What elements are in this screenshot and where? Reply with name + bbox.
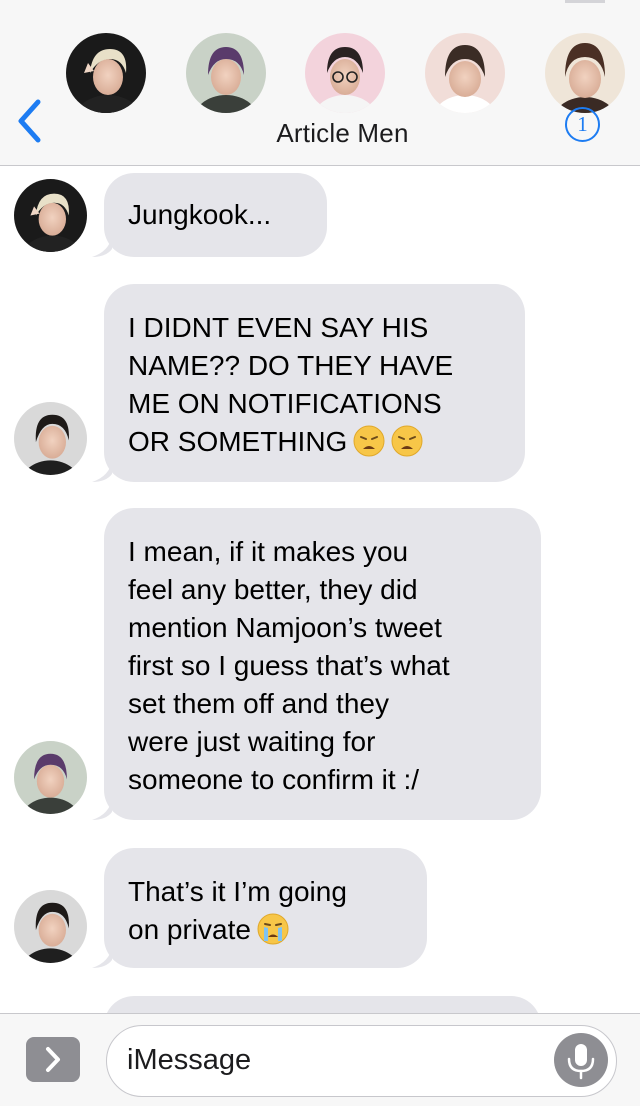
crying-face-emoji [257, 913, 289, 955]
conversation-header: Article Men 1 [0, 0, 640, 166]
avatar-person-3-icon [305, 33, 385, 113]
chevron-right-icon [46, 1047, 60, 1072]
sender-avatar[interactable] [14, 402, 87, 475]
avatar-person-5-icon [545, 33, 625, 113]
avatar-person-6-icon [14, 402, 87, 475]
message-text: That’s it I’m going on private [128, 873, 403, 955]
participant-avatar-3[interactable] [305, 33, 385, 113]
message-bubble-partial[interactable] [104, 996, 541, 1013]
status-bar-indicator [565, 0, 605, 3]
message-bubble[interactable]: I DIDNT EVEN SAY HIS NAME?? DO THEY HAVE… [92, 284, 525, 482]
message-input-placeholder: iMessage [127, 1044, 252, 1076]
sender-avatar[interactable] [14, 179, 87, 252]
message-text: I DIDNT EVEN SAY HIS NAME?? DO THEY HAVE… [128, 309, 501, 467]
participant-avatar-5[interactable] [545, 33, 625, 113]
sender-avatar[interactable] [14, 741, 87, 814]
bubble-tail [92, 798, 112, 820]
message-input[interactable]: iMessage [106, 1025, 617, 1097]
participant-avatar-4[interactable] [425, 33, 505, 113]
message-composer: iMessage [0, 1013, 640, 1106]
avatar-person-1-icon [66, 33, 146, 113]
avatar-person-1-icon [14, 179, 87, 252]
message-text: Jungkook... [128, 199, 272, 230]
avatar-person-2-icon [14, 741, 87, 814]
message-bubble[interactable]: I mean, if it makes you feel any better,… [92, 508, 541, 820]
sender-avatar[interactable] [14, 890, 87, 963]
bubble-tail [92, 460, 112, 482]
avatar-person-4-icon [425, 33, 505, 113]
message-thread[interactable]: Jungkook... I DIDNT EVEN SAY HIS NAME?? … [0, 166, 640, 1013]
weary-face-emoji [353, 425, 385, 467]
message-bubble[interactable]: That’s it I’m going on private [92, 848, 427, 968]
participant-avatar-2[interactable] [186, 33, 266, 113]
avatar-person-2-icon [186, 33, 266, 113]
participant-avatar-1[interactable] [66, 33, 146, 113]
bubble-tail [92, 235, 112, 257]
microphone-icon [567, 1044, 595, 1080]
weary-face-emoji [391, 425, 423, 467]
avatar-person-6-icon [14, 890, 87, 963]
message-text: I mean, if it makes you feel any better,… [128, 536, 450, 795]
bubble-tail [92, 946, 112, 968]
group-name[interactable]: Article Men [0, 118, 640, 149]
message-bubble[interactable]: Jungkook... [92, 173, 327, 257]
dictation-button[interactable] [554, 1033, 608, 1087]
info-button[interactable]: 1 [565, 107, 600, 142]
apps-button[interactable] [26, 1037, 80, 1082]
